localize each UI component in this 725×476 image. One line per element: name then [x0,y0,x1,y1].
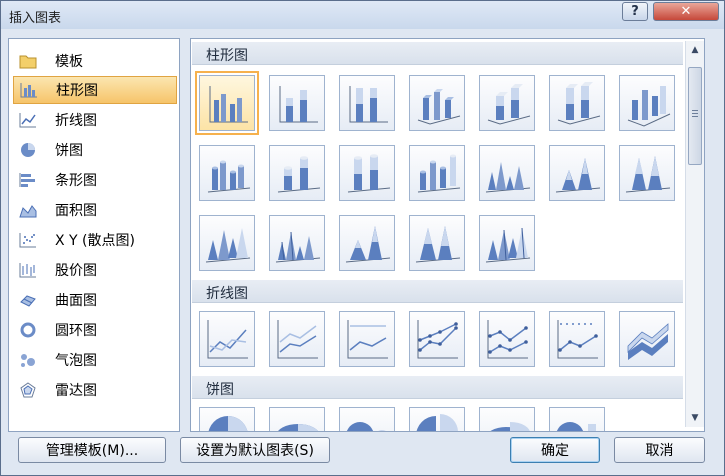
chart-thumb-3d-stacked-column[interactable] [479,75,535,131]
manage-templates-button[interactable]: 管理模板(M)... [18,437,166,463]
doughnut-chart-icon [19,321,37,339]
radar-chart-icon [19,381,37,399]
sidebar-item-line[interactable]: 折线图 [13,106,177,134]
chart-thumb-stacked-column[interactable] [269,75,325,131]
help-button[interactable]: ? [622,2,648,21]
column-chart-icon [20,81,38,99]
chart-thumb-3d-line[interactable] [619,311,675,367]
chart-thumb-stacked-line-with-markers[interactable] [479,311,535,367]
pie-chart-icon [19,141,37,159]
bar-chart-icon [19,171,37,189]
section-header-column: 柱形图 [192,42,683,65]
ok-button[interactable]: 确定 [510,437,600,463]
scatter-chart-icon [19,231,37,249]
scroll-down-arrow-icon[interactable]: ▼ [686,409,704,427]
chart-thumb-clustered-cylinder[interactable] [199,145,255,201]
chart-thumb-line[interactable] [199,311,255,367]
gallery-scrollbar[interactable]: ▲ ▼ [685,41,704,427]
chart-thumb-pie-of-pie[interactable] [339,407,395,431]
set-default-chart-button[interactable]: 设置为默认图表(S) [180,437,330,463]
area-chart-icon [19,201,37,219]
chart-thumb-3d-pie[interactable] [269,407,325,431]
sidebar-item-templates[interactable]: 模板 [13,47,177,75]
chart-thumb-3d-cylinder[interactable] [409,145,465,201]
bubble-chart-icon [19,351,37,369]
section-header-line: 折线图 [192,280,683,303]
chart-thumb-pie[interactable] [199,407,255,431]
chart-thumb-3d-exploded-pie[interactable] [479,407,535,431]
sidebar-item-area[interactable]: 面积图 [13,196,177,224]
chart-thumb-stacked-cylinder[interactable] [269,145,325,201]
section-header-pie: 饼图 [192,376,683,399]
sidebar-item-radar[interactable]: 雷达图 [13,376,177,404]
line-chart-icon [19,111,37,129]
chart-thumb-100-stacked-pyramid[interactable] [409,215,465,271]
sidebar-item-pie[interactable]: 饼图 [13,136,177,164]
chart-thumb-3d-pyramid[interactable] [479,215,535,271]
chart-thumb-clustered-column[interactable] [195,71,259,135]
scroll-up-arrow-icon[interactable]: ▲ [686,41,704,59]
chart-thumb-3d-cone[interactable] [199,215,255,271]
chart-type-list: 模板 柱形图 折线图 饼图 条形图 面积图 X Y (散点图) 股价图 曲面图 … [8,38,180,432]
chart-thumb-100-stacked-line-with-markers[interactable] [549,311,605,367]
title-bar: 插入图表 ? ✕ [1,1,724,29]
dialog-title: 插入图表 [9,11,62,26]
chart-thumb-3d-100-stacked-column[interactable] [549,75,605,131]
chart-thumb-stacked-pyramid[interactable] [339,215,395,271]
insert-chart-dialog: 插入图表 ? ✕ 模板 柱形图 折线图 饼图 条形图 面积图 X Y (散点图)… [0,0,725,476]
sidebar-item-scatter[interactable]: X Y (散点图) [13,226,177,254]
sidebar-item-doughnut[interactable]: 圆环图 [13,316,177,344]
cancel-button[interactable]: 取消 [614,437,705,463]
sidebar-item-bar[interactable]: 条形图 [13,166,177,194]
chart-thumb-clustered-pyramid[interactable] [269,215,325,271]
folder-icon [19,52,37,70]
sidebar-item-bubble[interactable]: 气泡图 [13,346,177,374]
surface-chart-icon [19,291,37,309]
close-button[interactable]: ✕ [653,2,719,21]
chart-thumb-100-stacked-cylinder[interactable] [339,145,395,201]
chart-thumb-stacked-line[interactable] [269,311,325,367]
chart-thumb-exploded-pie[interactable] [409,407,465,431]
chart-thumb-3d-column[interactable] [619,75,675,131]
chart-thumb-stacked-cone[interactable] [549,145,605,201]
chart-thumb-line-with-markers[interactable] [409,311,465,367]
chart-thumb-bar-of-pie[interactable] [549,407,605,431]
scrollbar-thumb[interactable] [688,67,702,165]
chart-gallery: 柱形图 折线图 饼图 [190,38,705,432]
chart-thumb-3d-clustered-column[interactable] [409,75,465,131]
chart-thumb-clustered-cone[interactable] [479,145,535,201]
chart-thumb-100-stacked-column[interactable] [339,75,395,131]
chart-thumb-100-stacked-line[interactable] [339,311,395,367]
sidebar-item-column[interactable]: 柱形图 [13,76,177,104]
sidebar-item-surface[interactable]: 曲面图 [13,286,177,314]
chart-thumb-100-stacked-cone[interactable] [619,145,675,201]
sidebar-item-stock[interactable]: 股价图 [13,256,177,284]
stock-chart-icon [19,261,37,279]
